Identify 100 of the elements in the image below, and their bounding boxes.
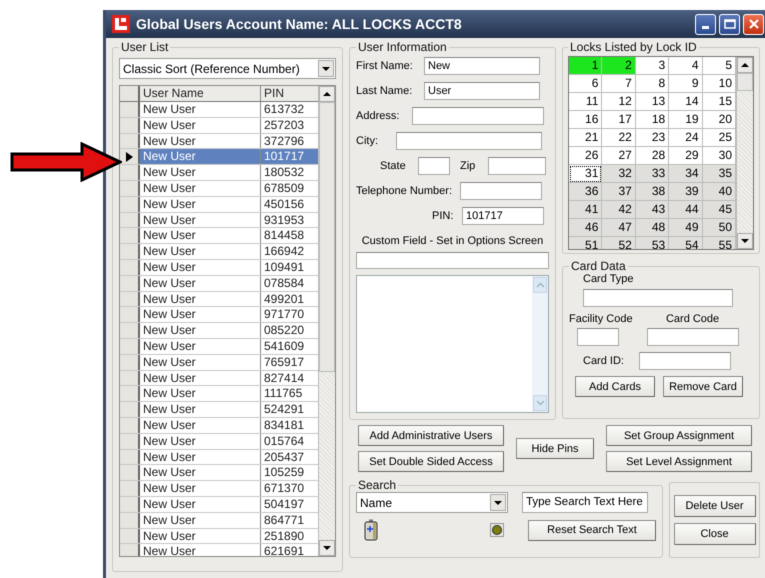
lock-cell[interactable]: 30 (702, 147, 736, 165)
row-header[interactable] (120, 149, 140, 164)
lock-cell[interactable]: 6 (569, 75, 602, 93)
lock-cell[interactable]: 5 (702, 57, 736, 75)
lock-cell[interactable]: 45 (702, 201, 736, 219)
lock-cell[interactable]: 18 (636, 111, 670, 129)
lock-cell[interactable]: 37 (602, 183, 636, 201)
input-field[interactable]: User (424, 82, 540, 100)
scroll-up-button[interactable] (319, 86, 335, 102)
lock-cell[interactable]: 17 (602, 111, 636, 129)
lock-cell[interactable]: 35 (702, 165, 736, 183)
lock-cell[interactable]: 31 (569, 165, 602, 183)
lock-cell[interactable]: 8 (636, 75, 670, 93)
table-cell: New User (140, 196, 261, 212)
lock-cell[interactable]: 15 (702, 93, 736, 111)
chevron-down-icon (536, 400, 544, 406)
input-field[interactable]: 101717 (462, 207, 544, 225)
lock-cell[interactable]: 54 (669, 237, 703, 249)
lock-cell[interactable]: 4 (669, 57, 703, 75)
lock-cell[interactable]: 21 (569, 129, 602, 147)
lock-cell[interactable]: 49 (669, 219, 703, 237)
input-field[interactable] (418, 157, 450, 175)
input-field[interactable] (488, 157, 546, 175)
search-input[interactable]: Type Search Text Here (522, 492, 648, 513)
maximize-button[interactable] (719, 14, 740, 34)
notes-text-area[interactable] (356, 275, 549, 413)
delete-user-button[interactable]: Delete User (674, 495, 756, 517)
lock-cell[interactable]: 43 (636, 201, 670, 219)
lock-cell[interactable]: 26 (569, 147, 602, 165)
lock-cell[interactable]: 7 (602, 75, 636, 93)
lock-cell[interactable]: 48 (636, 219, 670, 237)
lock-cell[interactable]: 9 (669, 75, 703, 93)
scrollbar[interactable] (736, 57, 753, 249)
action-button[interactable]: Set Double Sided Access (358, 451, 504, 472)
lock-cell[interactable]: 33 (636, 165, 670, 183)
lock-cell[interactable]: 47 (602, 219, 636, 237)
action-button[interactable]: Set Group Assignment (606, 425, 752, 446)
scrollbar[interactable] (318, 86, 335, 556)
lock-cell[interactable]: 55 (702, 237, 736, 249)
scroll-down-button[interactable] (737, 233, 753, 249)
lock-cell[interactable]: 20 (702, 111, 736, 129)
lock-cell[interactable]: 11 (569, 93, 602, 111)
scroll-thumb[interactable] (737, 73, 753, 91)
lock-cell[interactable]: 34 (669, 165, 703, 183)
lock-cell[interactable]: 16 (569, 111, 602, 129)
input-field[interactable] (412, 107, 544, 125)
scroll-down-button[interactable] (319, 540, 335, 556)
field-label: Telephone Number: (356, 185, 454, 197)
lock-cell[interactable]: 24 (669, 129, 703, 147)
lock-cell[interactable]: 14 (669, 93, 703, 111)
lock-cell[interactable]: 12 (602, 93, 636, 111)
input-field[interactable] (583, 289, 733, 307)
scroll-thumb[interactable] (319, 102, 335, 372)
input-field[interactable] (646, 328, 739, 346)
lock-cell[interactable]: 52 (602, 237, 636, 249)
lock-cell[interactable]: 32 (602, 165, 636, 183)
action-button[interactable]: Add Administrative Users (358, 425, 504, 446)
lock-cell[interactable]: 51 (569, 237, 602, 249)
lock-cell[interactable]: 25 (702, 129, 736, 147)
input-field[interactable] (460, 182, 542, 200)
lock-cell[interactable]: 53 (636, 237, 670, 249)
close-button[interactable] (743, 14, 764, 34)
input-field[interactable] (396, 132, 542, 150)
table-cell-text: 971770 (263, 307, 306, 322)
lock-cell[interactable]: 42 (602, 201, 636, 219)
lock-cell[interactable]: 46 (569, 219, 602, 237)
lock-cell[interactable]: 44 (669, 201, 703, 219)
search-field-dropdown[interactable]: Name (356, 492, 508, 513)
lock-cell[interactable]: 3 (636, 57, 670, 75)
lock-cell[interactable]: 29 (669, 147, 703, 165)
lock-cell[interactable]: 13 (636, 93, 670, 111)
lock-cell[interactable]: 41 (569, 201, 602, 219)
lock-cell[interactable]: 1 (569, 57, 602, 75)
hide-pins-button[interactable]: Hide Pins (516, 438, 594, 459)
lock-cell[interactable]: 38 (636, 183, 670, 201)
input-field[interactable] (577, 328, 619, 346)
lock-cell[interactable]: 22 (602, 129, 636, 147)
lock-cell[interactable]: 40 (702, 183, 736, 201)
lock-cell[interactable]: 36 (569, 183, 602, 201)
maximize-icon (724, 19, 736, 29)
lock-cell[interactable]: 28 (636, 147, 670, 165)
lock-cell[interactable]: 50 (702, 219, 736, 237)
lock-cell[interactable]: 23 (636, 129, 670, 147)
input-field[interactable] (356, 252, 549, 269)
lock-cell[interactable]: 27 (602, 147, 636, 165)
table-cell: New User (140, 481, 261, 496)
scroll-up-button[interactable] (737, 57, 753, 73)
lock-cell[interactable]: 19 (669, 111, 703, 129)
sort-dropdown[interactable]: Classic Sort (Reference Number) (119, 58, 336, 79)
input-field[interactable]: New (424, 57, 540, 75)
lock-cell[interactable]: 39 (669, 183, 703, 201)
remove-card-button[interactable]: Remove Card (663, 376, 743, 397)
add-cards-button[interactable]: Add Cards (575, 376, 655, 397)
input-field[interactable] (638, 352, 731, 370)
minimize-button[interactable] (695, 14, 716, 34)
close-window-button[interactable]: Close (674, 523, 756, 545)
reset-search-button[interactable]: Reset Search Text (528, 520, 656, 540)
lock-cell[interactable]: 2 (602, 57, 636, 75)
action-button[interactable]: Set Level Assignment (606, 451, 752, 472)
lock-cell[interactable]: 10 (702, 75, 736, 93)
